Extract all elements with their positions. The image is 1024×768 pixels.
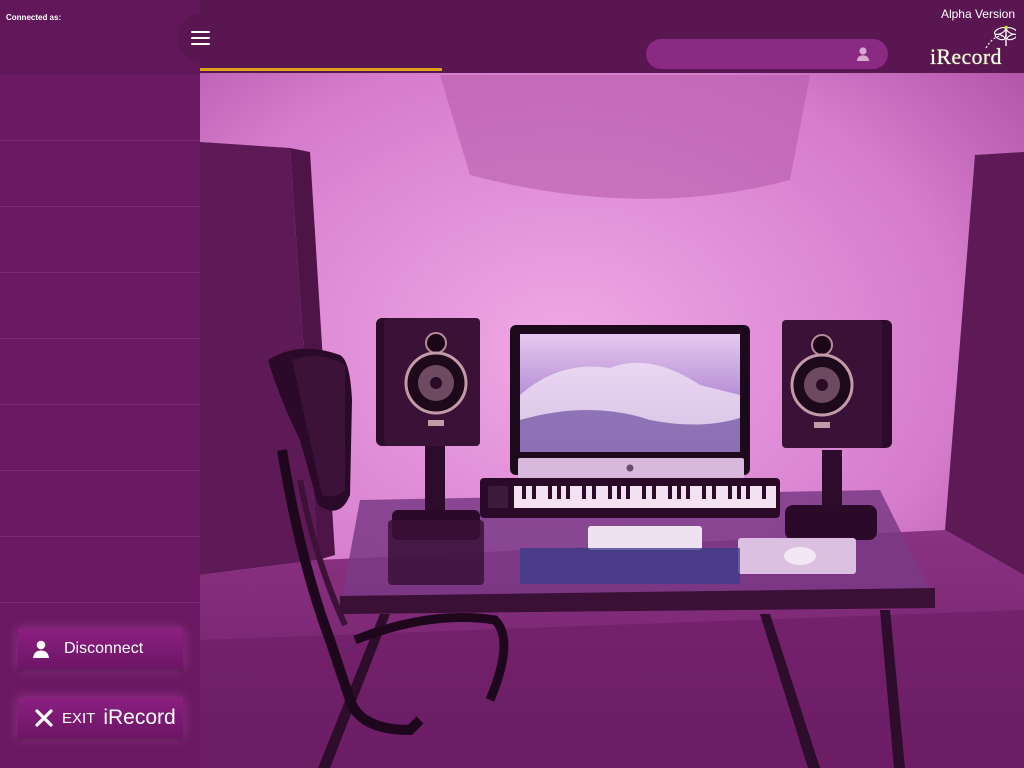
sidebar-row	[0, 339, 200, 405]
sidebar-row	[0, 537, 200, 603]
logo-text: iRecord	[930, 44, 1002, 69]
sidebar-row	[0, 207, 200, 273]
sidebar-row	[0, 471, 200, 537]
version-label: Alpha Version	[940, 7, 1015, 21]
disconnect-label: Disconnect	[64, 640, 144, 657]
connected-as-label: Connected as:	[6, 13, 62, 22]
user-icon	[33, 640, 49, 658]
close-icon	[35, 709, 53, 727]
sidebar-row	[0, 141, 200, 207]
exit-prefix-label: EXIT	[62, 709, 96, 727]
sidebar-row	[0, 273, 200, 339]
irecord-logo: iRecord	[930, 24, 1018, 70]
sidebar: Connected as: Disconnect EXIT iRecord	[0, 0, 200, 768]
progress-bar	[200, 68, 442, 71]
search-input[interactable]	[646, 39, 888, 69]
user-icon	[856, 47, 870, 61]
sidebar-header: Connected as:	[0, 0, 200, 75]
disconnect-button[interactable]: Disconnect	[18, 629, 183, 669]
sidebar-row	[0, 75, 200, 141]
exit-app-name: iRecord	[103, 706, 176, 729]
exit-button[interactable]: EXIT iRecord	[18, 698, 183, 738]
sidebar-list	[0, 75, 200, 603]
menu-button[interactable]	[177, 14, 224, 61]
hamburger-icon	[191, 30, 210, 45]
sidebar-row	[0, 405, 200, 471]
